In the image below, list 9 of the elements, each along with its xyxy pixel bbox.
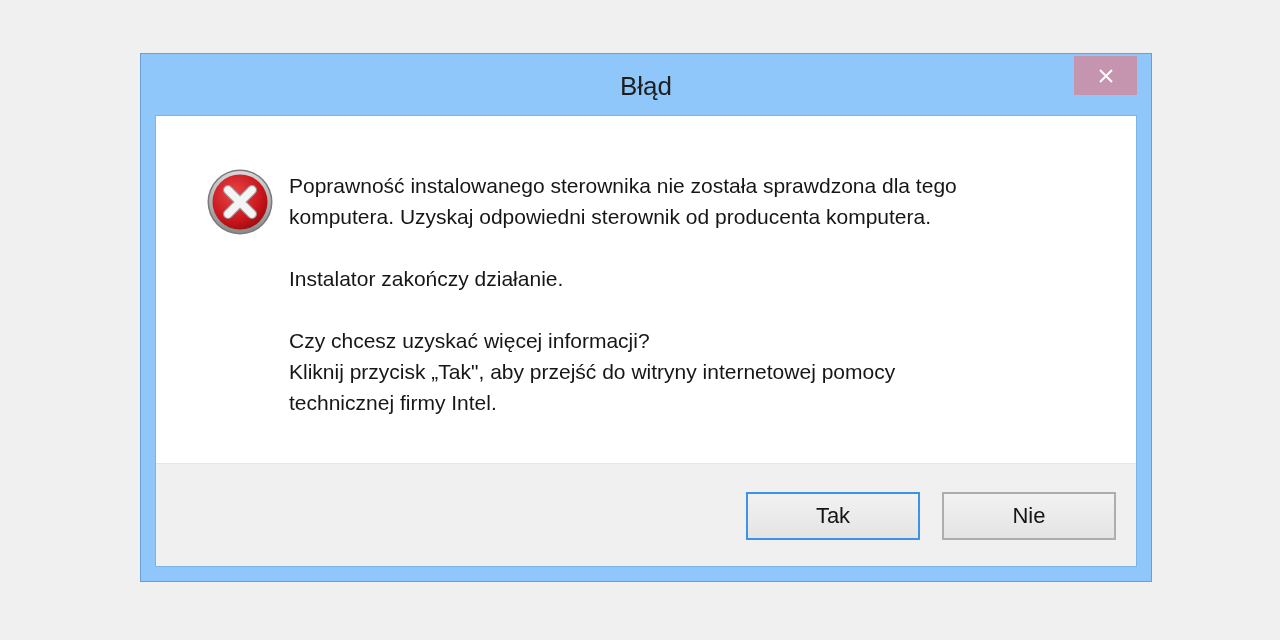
close-icon [1098,68,1113,83]
message-paragraph: Instalator zakończy działanie. [289,266,565,292]
dialog-button[interactable]: Nie [942,492,1116,540]
dialog-button[interactable]: Tak [746,492,920,540]
close-button[interactable] [1074,56,1137,95]
message-paragraph: Poprawność instalowanego sterownika nie została sprawdzona dla tego komputera. Uzyskaj odpowiedni sterownik od producenta komputera. [289,173,957,230]
error-icon [207,169,273,235]
window-title: Błąd [619,70,672,102]
message-paragraph: Czy chcesz uzyskać więcej informacji? Kliknij przycisk „Tak", aby przejść do witryny internetowej pomocy technicznej firmy Intel. [289,328,897,416]
